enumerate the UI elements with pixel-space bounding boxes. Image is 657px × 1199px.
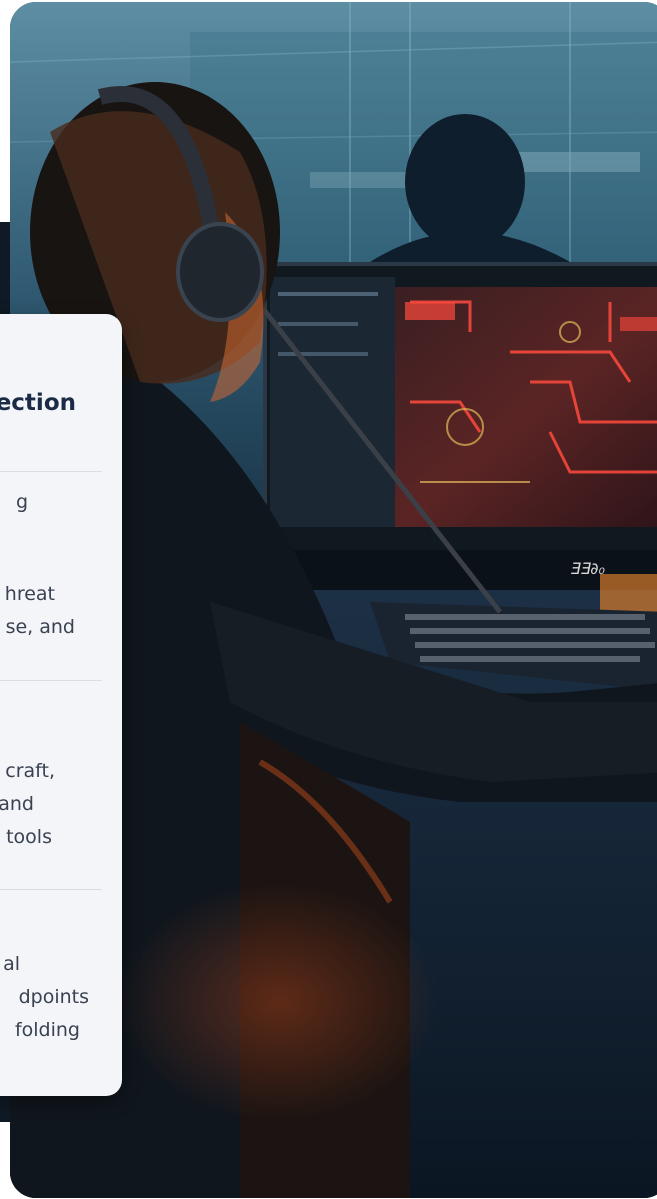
card-divider-2	[0, 680, 102, 681]
section-3-line-3: folding	[14, 1019, 80, 1041]
section-3-line-2: dpoints	[18, 986, 89, 1008]
monitor-screen-threat-map	[395, 287, 657, 527]
section-2-line-1: craft,	[5, 760, 55, 782]
section-1-line-3: se, and	[5, 616, 75, 638]
section-2-line-2: and	[0, 793, 34, 815]
card-title: ection	[0, 390, 76, 416]
feature-card: ection g hreat se, and craft, and tools …	[0, 314, 122, 1096]
section-3-line-1: al	[3, 953, 20, 975]
card-divider-1	[0, 471, 102, 472]
card-divider-3	[0, 889, 102, 890]
section-1-line-2: hreat	[4, 583, 55, 605]
section-2-line-3: tools	[6, 826, 52, 848]
page: ƎƎ∂₀ ection g hreat se, and craft, and t…	[0, 0, 657, 1199]
section-1-line-1: g	[15, 491, 28, 513]
